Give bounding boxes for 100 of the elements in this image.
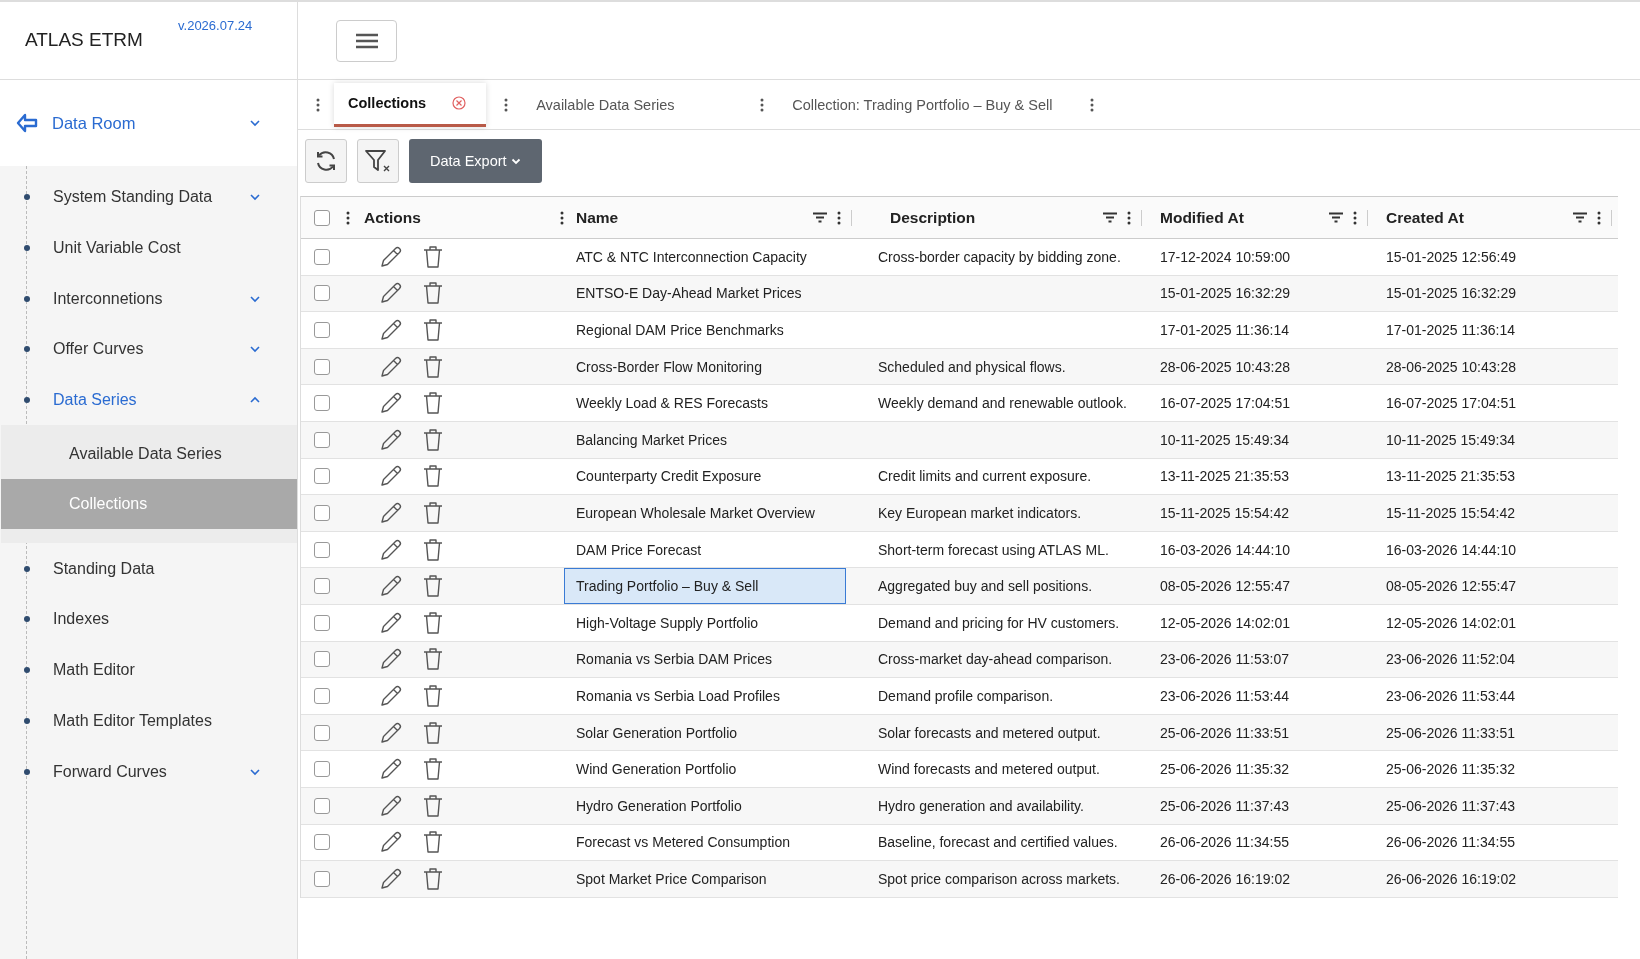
tab[interactable]: Collections: [334, 82, 487, 127]
nav-item[interactable]: Math Editor: [1, 644, 297, 696]
edit-icon[interactable]: [379, 574, 403, 599]
edit-icon[interactable]: [379, 537, 403, 562]
trash-icon[interactable]: [423, 500, 443, 525]
row-checkbox[interactable]: [314, 395, 330, 412]
kebab-icon[interactable]: [837, 210, 841, 225]
filter-icon[interactable]: [1573, 212, 1587, 223]
nav-item[interactable]: Interconnetions: [1, 273, 297, 325]
row-checkbox[interactable]: [314, 431, 330, 448]
edit-icon[interactable]: [379, 866, 403, 891]
kebab-icon[interactable]: [1127, 210, 1131, 225]
tab[interactable]: Available Data Series: [522, 82, 743, 127]
table-cell-text: Weekly Load & RES Forecasts: [575, 394, 769, 414]
tab[interactable]: Collection: Trading Portfolio – Buy & Sell: [778, 82, 1073, 127]
kebab-icon[interactable]: [1597, 210, 1601, 225]
row-checkbox[interactable]: [314, 614, 330, 631]
edit-icon[interactable]: [379, 464, 403, 489]
refresh-button[interactable]: [305, 139, 347, 183]
edit-icon[interactable]: [379, 281, 403, 306]
trash-icon[interactable]: [423, 391, 443, 416]
row-checkbox[interactable]: [314, 870, 330, 887]
table-cell: 15-01-2025 12:56:49: [1386, 248, 1516, 265]
nav-item[interactable]: Data Series: [1, 374, 297, 426]
trash-icon[interactable]: [423, 318, 443, 342]
row-checkbox[interactable]: [314, 724, 330, 741]
kebab-icon[interactable]: [316, 97, 320, 112]
kebab-icon[interactable]: [346, 210, 350, 225]
trash-icon[interactable]: [423, 647, 443, 672]
edit-icon[interactable]: [379, 757, 403, 782]
trash-icon[interactable]: [423, 354, 443, 379]
nav-item[interactable]: Indexes: [1, 594, 297, 645]
row-checkbox[interactable]: [314, 578, 330, 595]
menu-button[interactable]: [336, 19, 397, 62]
trash-icon[interactable]: [423, 610, 443, 635]
row-checkbox[interactable]: [314, 834, 330, 851]
table-cell: Demand and pricing for HV customers.: [878, 614, 1120, 631]
section-header[interactable]: Data Room: [0, 80, 297, 166]
column-header[interactable]: Modified At: [1160, 208, 1319, 227]
row-checkbox[interactable]: [314, 651, 330, 668]
trash-icon[interactable]: [423, 757, 443, 782]
nav-item[interactable]: Unit Variable Cost: [1, 222, 297, 274]
row-checkbox[interactable]: [314, 285, 330, 302]
edit-icon[interactable]: [379, 830, 403, 855]
edit-icon[interactable]: [379, 793, 403, 818]
edit-icon[interactable]: [379, 720, 403, 745]
column-header[interactable]: Description: [890, 208, 1093, 227]
row-checkbox[interactable]: [314, 687, 330, 704]
trash-icon[interactable]: [423, 244, 443, 269]
column-header[interactable]: Created At: [1386, 208, 1563, 227]
column-header[interactable]: Actions: [364, 208, 546, 227]
edit-icon[interactable]: [379, 427, 403, 452]
kebab-icon[interactable]: [560, 210, 564, 225]
edit-icon[interactable]: [379, 244, 403, 269]
edit-icon[interactable]: [379, 318, 403, 342]
kebab-icon[interactable]: [760, 97, 765, 112]
edit-icon[interactable]: [379, 354, 403, 379]
data-export-button[interactable]: Data Export: [409, 139, 542, 183]
trash-icon[interactable]: [423, 830, 443, 855]
nav-item[interactable]: Offer Curves: [1, 324, 297, 375]
trash-icon[interactable]: [423, 464, 443, 489]
submenu-item[interactable]: Available Data Series: [1, 429, 297, 480]
row-checkbox[interactable]: [314, 322, 330, 338]
row-checkbox[interactable]: [314, 358, 330, 375]
kebab-icon[interactable]: [504, 97, 509, 112]
nav-item[interactable]: Math Editor Templates: [1, 695, 297, 747]
row-checkbox[interactable]: [314, 797, 330, 814]
row-checkbox[interactable]: [314, 468, 330, 485]
trash-icon[interactable]: [423, 793, 443, 818]
trash-icon[interactable]: [423, 281, 443, 306]
row-checkbox[interactable]: [314, 761, 330, 778]
kebab-icon[interactable]: [1353, 210, 1357, 225]
close-icon[interactable]: [452, 96, 467, 110]
kebab-icon[interactable]: [1090, 97, 1095, 112]
trash-icon[interactable]: [423, 574, 443, 599]
row-checkbox[interactable]: [314, 541, 330, 558]
nav-item[interactable]: Forward Curves: [1, 746, 297, 797]
table-cell: 16-07-2025 17:04:51: [1160, 395, 1290, 412]
edit-icon[interactable]: [379, 500, 403, 525]
trash-icon[interactable]: [423, 537, 443, 562]
clear-filter-button[interactable]: [357, 139, 399, 183]
row-checkbox[interactable]: [314, 248, 330, 265]
column-header[interactable]: Name: [576, 208, 803, 227]
edit-icon[interactable]: [379, 647, 403, 672]
select-all-checkbox[interactable]: [314, 209, 330, 226]
trash-icon[interactable]: [423, 683, 443, 708]
filter-icon[interactable]: [813, 212, 827, 223]
nav-item[interactable]: Standing Data: [1, 543, 297, 595]
trash-icon[interactable]: [423, 720, 443, 745]
filter-icon[interactable]: [1329, 212, 1343, 223]
table-cell-text: Spot Market Price Comparison: [575, 869, 768, 889]
edit-icon[interactable]: [379, 391, 403, 416]
trash-icon[interactable]: [423, 866, 443, 891]
row-checkbox[interactable]: [314, 504, 330, 521]
filter-icon[interactable]: [1103, 212, 1117, 223]
nav-item[interactable]: System Standing Data: [1, 172, 297, 223]
trash-icon[interactable]: [423, 427, 443, 452]
edit-icon[interactable]: [379, 610, 403, 635]
table-cell-text: Solar Generation Portfolio: [575, 723, 739, 743]
edit-icon[interactable]: [379, 683, 403, 708]
